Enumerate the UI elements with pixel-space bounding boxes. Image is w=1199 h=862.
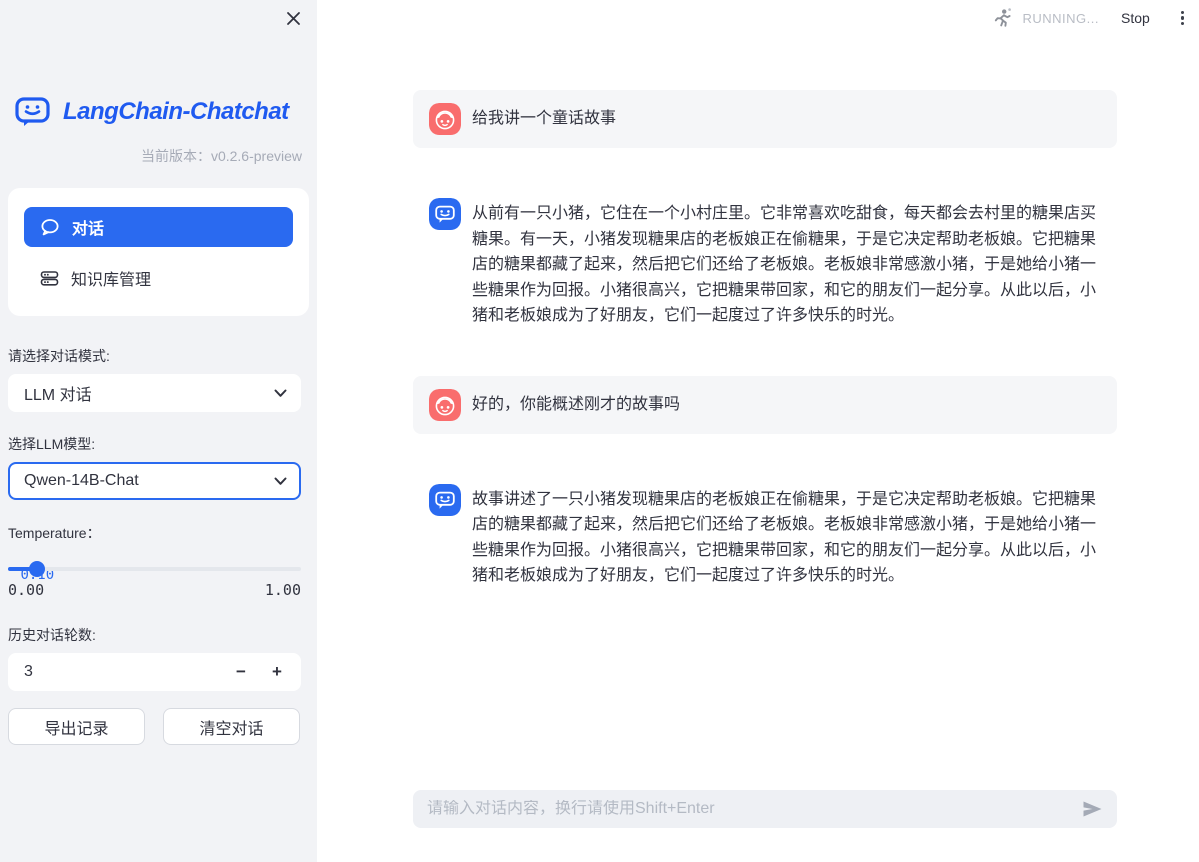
sidebar-item-dialogue[interactable]: 对话 bbox=[24, 207, 293, 247]
user-avatar bbox=[429, 103, 461, 135]
slider-range: 0.00 1.00 bbox=[8, 581, 301, 599]
increment-button[interactable]: + bbox=[259, 656, 295, 688]
app-logo: LangChain-Chatchat bbox=[0, 0, 317, 129]
chat-message-user: 给我讲一个童话故事 bbox=[413, 90, 1117, 148]
llm-model-select[interactable]: Qwen-14B-Chat bbox=[8, 462, 301, 500]
nav-item-label: 知识库管理 bbox=[71, 266, 151, 290]
assistant-avatar bbox=[429, 484, 461, 516]
send-button[interactable] bbox=[1079, 796, 1105, 822]
sidebar-nav-card: 对话 知识库管理 bbox=[8, 188, 309, 316]
message-text: 故事讲述了一只小猪发现糖果店的老板娘正在偷糖果，于是它决定帮助老板娘。它把糖果店… bbox=[472, 487, 1101, 589]
close-icon bbox=[286, 11, 301, 26]
history-rounds-label: 历史对话轮数: bbox=[8, 625, 317, 645]
history-rounds-input[interactable]: 3 − + bbox=[8, 653, 301, 691]
stop-button[interactable]: Stop bbox=[1121, 10, 1150, 26]
running-status: RUNNING... bbox=[1023, 11, 1100, 26]
main-area: RUNNING... Stop 给我讲一个童话故事 bbox=[317, 0, 1199, 862]
chevron-down-icon bbox=[274, 389, 287, 398]
chat-input[interactable] bbox=[427, 800, 1079, 818]
temperature-label: Temperature： bbox=[8, 523, 317, 543]
chat-message-user: 好的，你能概述刚才的故事吗 bbox=[413, 376, 1117, 434]
running-man-icon bbox=[992, 7, 1014, 29]
chevron-down-icon bbox=[274, 477, 287, 486]
version-label: 当前版本： bbox=[141, 148, 211, 164]
message-text: 好的，你能概述刚才的故事吗 bbox=[472, 395, 680, 415]
temperature-slider: 0.10 0.00 1.00 bbox=[8, 567, 301, 599]
slider-max: 1.00 bbox=[265, 581, 301, 599]
chat-bubble-icon bbox=[40, 218, 60, 237]
sidebar: LangChain-Chatchat 当前版本：v0.2.6-preview 对… bbox=[0, 0, 317, 862]
chat-input-container bbox=[413, 790, 1117, 828]
sidebar-close-button[interactable] bbox=[283, 8, 303, 28]
clear-dialog-button[interactable]: 清空对话 bbox=[163, 708, 300, 745]
history-rounds-value: 3 bbox=[24, 663, 223, 681]
overflow-menu-icon[interactable] bbox=[1178, 8, 1187, 29]
slider-track[interactable] bbox=[8, 567, 301, 571]
export-history-button[interactable]: 导出记录 bbox=[8, 708, 145, 745]
decrement-button[interactable]: − bbox=[223, 656, 259, 688]
sidebar-actions: 导出记录 清空对话 bbox=[8, 708, 309, 745]
user-avatar bbox=[429, 389, 461, 421]
chat-message-assistant: 从前有一只小猪，它住在一个小村庄里。它非常喜欢吃甜食，每天都会去村里的糖果店买糖… bbox=[413, 185, 1117, 342]
dialog-mode-label: 请选择对话模式: bbox=[8, 346, 317, 366]
server-stack-icon bbox=[40, 269, 59, 288]
chatchat-logo-icon bbox=[14, 95, 54, 129]
sidebar-item-knowledge-base[interactable]: 知识库管理 bbox=[24, 264, 293, 292]
send-icon bbox=[1083, 801, 1102, 817]
llm-model-value: Qwen-14B-Chat bbox=[24, 472, 139, 490]
chat-history: 给我讲一个童话故事 从前有一只小猪，它住在一个小村庄里。它非常喜欢吃甜食，每天都… bbox=[413, 0, 1117, 602]
version-value: v0.2.6-preview bbox=[211, 148, 302, 164]
dialog-mode-value: LLM 对话 bbox=[24, 381, 92, 405]
llm-model-label: 选择LLM模型: bbox=[8, 434, 317, 454]
message-text: 给我讲一个童话故事 bbox=[472, 109, 616, 129]
app-title: LangChain-Chatchat bbox=[63, 98, 289, 126]
chat-message-assistant: 故事讲述了一只小猪发现糖果店的老板娘正在偷糖果，于是它决定帮助老板娘。它把糖果店… bbox=[413, 471, 1117, 602]
slider-thumb[interactable] bbox=[29, 561, 45, 577]
app-window: LangChain-Chatchat 当前版本：v0.2.6-preview 对… bbox=[0, 0, 1199, 862]
status-toolbar: RUNNING... Stop bbox=[992, 0, 1199, 36]
slider-min: 0.00 bbox=[8, 581, 44, 599]
assistant-avatar bbox=[429, 198, 461, 230]
nav-item-label: 对话 bbox=[72, 215, 104, 239]
version-info: 当前版本：v0.2.6-preview bbox=[0, 146, 317, 166]
message-text: 从前有一只小猪，它住在一个小村庄里。它非常喜欢吃甜食，每天都会去村里的糖果店买糖… bbox=[472, 201, 1101, 329]
dialog-mode-select[interactable]: LLM 对话 bbox=[8, 374, 301, 412]
